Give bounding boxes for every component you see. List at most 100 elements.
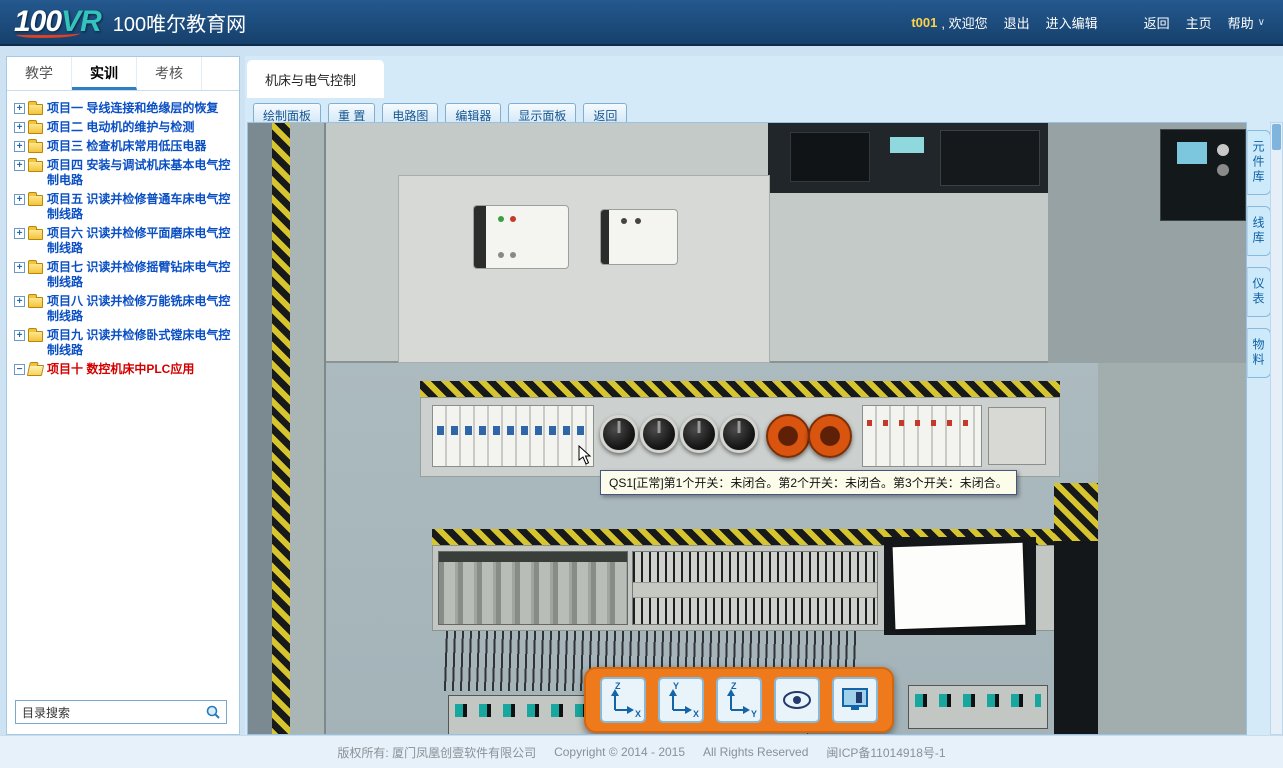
back-link[interactable]: 返回 xyxy=(1144,13,1170,32)
project-tree: + 项目一 导线连接和绝缘层的恢复 + 项目二 电动机的维护与检测 + 项目三 … xyxy=(7,93,239,682)
view-toolbar: Z X Y X Z Y xyxy=(584,667,894,733)
top-header: 100VR 100唯尔教育网 t001 , 欢迎您 退出 进入编辑 返回 主页 … xyxy=(0,0,1283,46)
control-unit[interactable] xyxy=(1160,129,1246,221)
username: t001 xyxy=(911,15,937,30)
axis-letter-v: Z xyxy=(731,681,737,691)
axis-zx-icon xyxy=(608,685,638,715)
switch-status-tooltip: QS1[正常]第1个开关：未闭合。第2个开关：未闭合。第3个开关：未闭合。 xyxy=(600,470,1017,495)
view-yx-button[interactable]: Y X xyxy=(658,677,704,723)
plc-console[interactable] xyxy=(768,123,1048,193)
tree-item-label: 项目九 识读并检修卧式镗床电气控制线路 xyxy=(47,328,235,358)
open-folder-icon xyxy=(27,365,44,376)
note-paper[interactable] xyxy=(893,543,1026,629)
view-zy-button[interactable]: Z Y xyxy=(716,677,762,723)
rotary-switch-4[interactable] xyxy=(720,415,758,453)
tree-item-label: 项目七 识读并检修摇臂钻床电气控制线路 xyxy=(47,260,235,290)
contactor-row[interactable] xyxy=(438,551,628,625)
tree-item-label: 项目一 导线连接和绝缘层的恢复 xyxy=(47,101,218,116)
sidebar-tabs: 教学 实训 考核 xyxy=(7,57,239,91)
relay-module-2[interactable] xyxy=(600,209,678,265)
tab-wire-library[interactable]: 线库 xyxy=(1247,206,1271,256)
view-panel-button[interactable] xyxy=(832,677,878,723)
rotary-switch-3[interactable] xyxy=(680,415,718,453)
rotary-switch-1[interactable] xyxy=(600,415,638,453)
folder-icon xyxy=(28,142,43,153)
footer-rights: All Rights Reserved xyxy=(703,745,808,759)
enter-edit-link[interactable]: 进入编辑 xyxy=(1046,13,1098,32)
sidebar-item-project-1[interactable]: + 项目一 导线连接和绝缘层的恢复 xyxy=(14,101,235,116)
sidebar-item-project-4[interactable]: + 项目四 安装与调试机床基本电气控制电路 xyxy=(14,158,235,188)
logout-link[interactable]: 退出 xyxy=(1004,13,1030,32)
search-button[interactable] xyxy=(200,701,226,723)
emergency-button-2[interactable] xyxy=(808,414,852,458)
sidebar: 教学 实训 考核 + 项目一 导线连接和绝缘层的恢复 + 项目二 电动机的维护与… xyxy=(6,56,240,735)
right-lower-panel xyxy=(1098,363,1247,735)
folder-icon xyxy=(28,195,43,206)
tab-materials[interactable]: 物料 xyxy=(1247,328,1271,378)
tab-assessment[interactable]: 考核 xyxy=(137,57,202,90)
sidebar-item-project-10[interactable]: − 项目十 数控机床中PLC应用 xyxy=(14,362,235,377)
view-zx-button[interactable]: Z X xyxy=(600,677,646,723)
breaker-row-qs1[interactable] xyxy=(432,405,594,467)
breaker-row-b[interactable] xyxy=(862,405,982,467)
mid-hazard-bar xyxy=(420,381,1060,397)
folder-icon xyxy=(28,123,43,134)
catalog-search xyxy=(15,700,227,724)
help-link[interactable]: 帮助 xyxy=(1228,13,1254,32)
terminal-strip[interactable] xyxy=(632,551,878,625)
cabinet-left-hazard-strip xyxy=(272,123,290,735)
chevron-down-icon[interactable]: ∨ xyxy=(1258,17,1265,28)
expand-icon[interactable]: + xyxy=(14,262,25,273)
expand-icon[interactable]: + xyxy=(14,160,25,171)
tab-training[interactable]: 实训 xyxy=(72,57,137,90)
tab-instruments[interactable]: 仪表 xyxy=(1247,267,1271,317)
axis-zy-icon xyxy=(724,685,754,715)
tab-teaching[interactable]: 教学 xyxy=(7,57,72,90)
tree-item-label: 项目三 检查机床常用低压电器 xyxy=(47,139,206,154)
bottom-right-terminal-row[interactable] xyxy=(908,685,1048,729)
aux-module[interactable] xyxy=(988,407,1046,465)
cabinet-left-column xyxy=(290,123,326,735)
sidebar-item-project-8[interactable]: + 项目八 识读并检修万能铣床电气控制线路 xyxy=(14,294,235,324)
search-input[interactable] xyxy=(16,705,200,719)
expand-icon[interactable]: + xyxy=(14,141,25,152)
welcome-text: , 欢迎您 xyxy=(941,13,987,32)
expand-icon[interactable]: + xyxy=(14,194,25,205)
cabinet-left-edge xyxy=(248,123,272,735)
rotary-switch-2[interactable] xyxy=(640,415,678,453)
tab-component-library[interactable]: 元件库 xyxy=(1247,130,1271,195)
main-content: 机床与电气控制 绘制面板 重 置 电路图 编辑器 显示面板 返回 xyxy=(245,56,1283,735)
expand-icon[interactable]: + xyxy=(14,228,25,239)
scene-scrollbar[interactable] xyxy=(1270,122,1283,735)
axis-letter-h: X xyxy=(635,709,641,719)
sidebar-item-project-6[interactable]: + 项目六 识读并检修平面磨床电气控制线路 xyxy=(14,226,235,256)
axis-letter-h: Y xyxy=(751,709,757,719)
folder-icon xyxy=(28,104,43,115)
right-hazard-segment xyxy=(1054,483,1098,541)
sidebar-item-project-7[interactable]: + 项目七 识读并检修摇臂钻床电气控制线路 xyxy=(14,260,235,290)
expand-icon[interactable]: + xyxy=(14,330,25,341)
tree-item-label: 项目六 识读并检修平面磨床电气控制线路 xyxy=(47,226,235,256)
footer-copyright: Copyright © 2014 - 2015 xyxy=(554,745,685,759)
sidebar-item-project-5[interactable]: + 项目五 识读并检修普通车床电气控制线路 xyxy=(14,192,235,222)
view-visibility-button[interactable] xyxy=(774,677,820,723)
expand-icon[interactable]: + xyxy=(14,103,25,114)
sidebar-item-project-9[interactable]: + 项目九 识读并检修卧式镗床电气控制线路 xyxy=(14,328,235,358)
simulation-viewport[interactable]: QS1[正常]第1个开关：未闭合。第2个开关：未闭合。第3个开关：未闭合。 Z xyxy=(247,122,1247,735)
emergency-button-1[interactable] xyxy=(766,414,810,458)
sidebar-item-project-3[interactable]: + 项目三 检查机床常用低压电器 xyxy=(14,139,235,154)
home-link[interactable]: 主页 xyxy=(1186,13,1212,32)
expand-icon[interactable]: + xyxy=(14,296,25,307)
collapse-icon[interactable]: − xyxy=(14,364,25,375)
expand-icon[interactable]: + xyxy=(14,122,25,133)
tree-item-label: 项目十 数控机床中PLC应用 xyxy=(47,362,194,377)
footer-owner: 版权所有: 厦门凤凰创壹软件有限公司 xyxy=(337,744,536,761)
relay-module-1[interactable] xyxy=(473,205,569,269)
folder-icon xyxy=(28,161,43,172)
axis-letter-v: Z xyxy=(615,681,621,691)
scrollbar-thumb[interactable] xyxy=(1272,124,1281,150)
search-icon xyxy=(205,704,221,720)
sidebar-item-project-2[interactable]: + 项目二 电动机的维护与检测 xyxy=(14,120,235,135)
folder-icon xyxy=(28,331,43,342)
top-nav: t001 , 欢迎您 退出 进入编辑 返回 主页 帮助 ∨ xyxy=(911,13,1283,32)
